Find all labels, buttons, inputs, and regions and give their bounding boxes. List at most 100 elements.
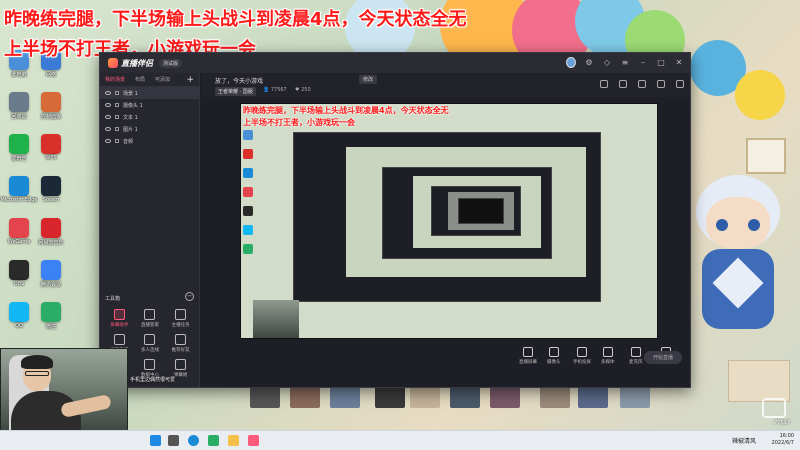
tray-text: 辣椒清风 (731, 438, 756, 445)
tool-icon (113, 334, 125, 345)
wechat-icon[interactable] (208, 435, 219, 446)
multimedia-button[interactable]: 多媒体 (601, 347, 615, 365)
room-title: 放了，今天小游戏 (215, 78, 264, 85)
share-icon[interactable] (676, 80, 684, 88)
app-icon (9, 218, 29, 238)
layer-item[interactable]: 图片 1 (100, 123, 199, 135)
room-info-bar: 放了，今天小游戏 修改 王者荣耀 · 国服 👤 77567 ♥ 250 (201, 73, 690, 97)
webcam-caption: 手机里边偶然很可爱 (130, 377, 176, 383)
app-icon (9, 260, 29, 280)
nested-window-2 (382, 167, 552, 259)
room-heat: 👤 77567 (263, 87, 287, 93)
bottom-toolbar: 直播屏幕 摄像头 手机投屏 多媒体 麦克风 声音混音 开始直播 (201, 341, 690, 387)
tab-layout[interactable]: 布局 (130, 76, 150, 83)
add-scene-icon[interactable]: + (181, 75, 199, 85)
clock[interactable]: 16:00 2022/6/7 (772, 433, 794, 447)
stream-preview[interactable]: 昨晚练完腿，下半场输上头战斗到凌晨4点，今天状态全无 上半场不打王者，小游戏玩一… (240, 103, 658, 339)
lock-icon[interactable] (115, 139, 119, 143)
layer-item[interactable]: 场景 1 (100, 87, 199, 99)
taskbar: 辣椒清风 16:00 2022/6/7 (0, 430, 800, 450)
collapse-toolbox-icon[interactable]: − (185, 292, 194, 301)
camera-button[interactable]: 摄像头 (547, 347, 561, 365)
toolbox-item[interactable]: 主播任务 (165, 309, 196, 328)
lock-icon[interactable] (115, 115, 119, 119)
window-controls: ⚙ ◇ ≡ – □ ✕ (566, 57, 684, 68)
background-thumbnail (410, 386, 440, 408)
tray-icons[interactable] (692, 436, 716, 445)
menu-icon[interactable]: ≡ (620, 58, 630, 67)
settings-icon[interactable]: ⚙ (584, 58, 594, 67)
background-thumbnail (540, 386, 570, 408)
start-icon[interactable] (150, 435, 161, 446)
layer-item[interactable]: 音频 (100, 135, 199, 147)
close-icon[interactable]: ✕ (674, 58, 684, 67)
explorer-icon[interactable] (228, 435, 239, 446)
visibility-icon[interactable] (105, 127, 111, 131)
desktop-icon[interactable]: 爱奇艺 (4, 134, 34, 162)
background-thumbnail (490, 386, 520, 408)
bottom-tool-label: 摄像头 (547, 360, 561, 365)
desktop-icon-label: 腾讯会议 (40, 282, 61, 288)
desktop-icon[interactable]: WeGame (4, 218, 34, 245)
app-logo: 直播伴侣 (108, 58, 153, 69)
chibi-character (690, 175, 785, 350)
room-fans: ♥ 250 (295, 87, 311, 93)
visibility-icon[interactable] (105, 103, 111, 107)
screen-capture-button[interactable]: 直播屏幕 (519, 347, 537, 365)
lock-icon[interactable] (115, 91, 119, 95)
desktop-icon[interactable]: OBS (4, 260, 34, 287)
desktop-icon[interactable]: QQ (4, 302, 34, 329)
background-thumbnail (290, 386, 320, 408)
desktop-icon[interactable]: Steam (36, 176, 66, 203)
bottom-tool-label: 手机投屏 (573, 360, 591, 365)
bell-icon[interactable] (657, 80, 665, 88)
desktop-icon[interactable]: 微信 (36, 302, 66, 330)
record-icon[interactable] (619, 80, 627, 88)
toolbox-item[interactable]: 多人连线 (135, 334, 166, 353)
layer-item[interactable]: 摄像头 1 (100, 99, 199, 111)
screenshot-icon[interactable] (600, 80, 608, 88)
toolbox-item[interactable]: 直播管家 (135, 309, 166, 328)
desktop-icon-label: 回收站 (11, 114, 27, 120)
toolbox-item[interactable]: 推荐好友 (165, 334, 196, 353)
desktop-icon[interactable]: 网易云音乐 (36, 218, 66, 246)
minimize-icon[interactable]: – (638, 58, 648, 67)
message-icon[interactable] (638, 80, 646, 88)
live-companion-icon[interactable] (248, 435, 259, 446)
visibility-icon[interactable] (105, 115, 111, 119)
toolbox-item[interactable]: 屏幕助手 (104, 309, 135, 328)
visibility-icon[interactable] (105, 91, 111, 95)
desktop-icon[interactable]: 腾讯会议 (36, 260, 66, 288)
edit-title-button[interactable]: 修改 (359, 75, 378, 84)
edge-icon[interactable] (188, 435, 199, 446)
search-icon[interactable] (168, 435, 179, 446)
tool-label: 推荐好友 (171, 348, 190, 353)
background-thumbnail (620, 386, 650, 408)
skin-icon[interactable]: ◇ (602, 58, 612, 67)
lock-icon[interactable] (115, 127, 119, 131)
desktop-icon-label: 控制面板 (40, 114, 61, 120)
maximize-icon[interactable]: □ (656, 58, 666, 67)
desktop-icon[interactable]: Microsoft Edge (1, 176, 37, 203)
desktop-icon[interactable]: WPS (36, 134, 66, 161)
app-name: 直播伴侣 (121, 58, 153, 68)
desktop-icon[interactable]: 回收站 (4, 92, 34, 120)
lock-icon[interactable] (115, 103, 119, 107)
bottom-tool-label: 麦克风 (629, 360, 643, 365)
tool-icon (144, 309, 156, 320)
start-live-button[interactable]: 开始直播 (643, 351, 682, 364)
desktop-icon-label: 爱奇艺 (11, 156, 27, 162)
desktop-icon-label: 网络 (45, 72, 56, 78)
tool-icon (175, 334, 187, 345)
layer-item[interactable]: 文本 1 (100, 111, 199, 123)
tab-addable[interactable]: 可添加 (150, 76, 175, 83)
desktop-icon-label: OBS (13, 281, 25, 287)
user-avatar[interactable] (566, 57, 576, 68)
room-category[interactable]: 王者荣耀 · 国服 (215, 87, 256, 96)
phone-cast-button[interactable]: 手机投屏 (573, 347, 591, 365)
visibility-icon[interactable] (105, 139, 111, 143)
desktop-icon[interactable]: 控制面板 (36, 92, 66, 120)
background-thumbnail (375, 386, 405, 408)
microphone-button[interactable]: 麦克风 (629, 347, 643, 365)
tab-my-scene[interactable]: 我的场景 (100, 76, 130, 83)
